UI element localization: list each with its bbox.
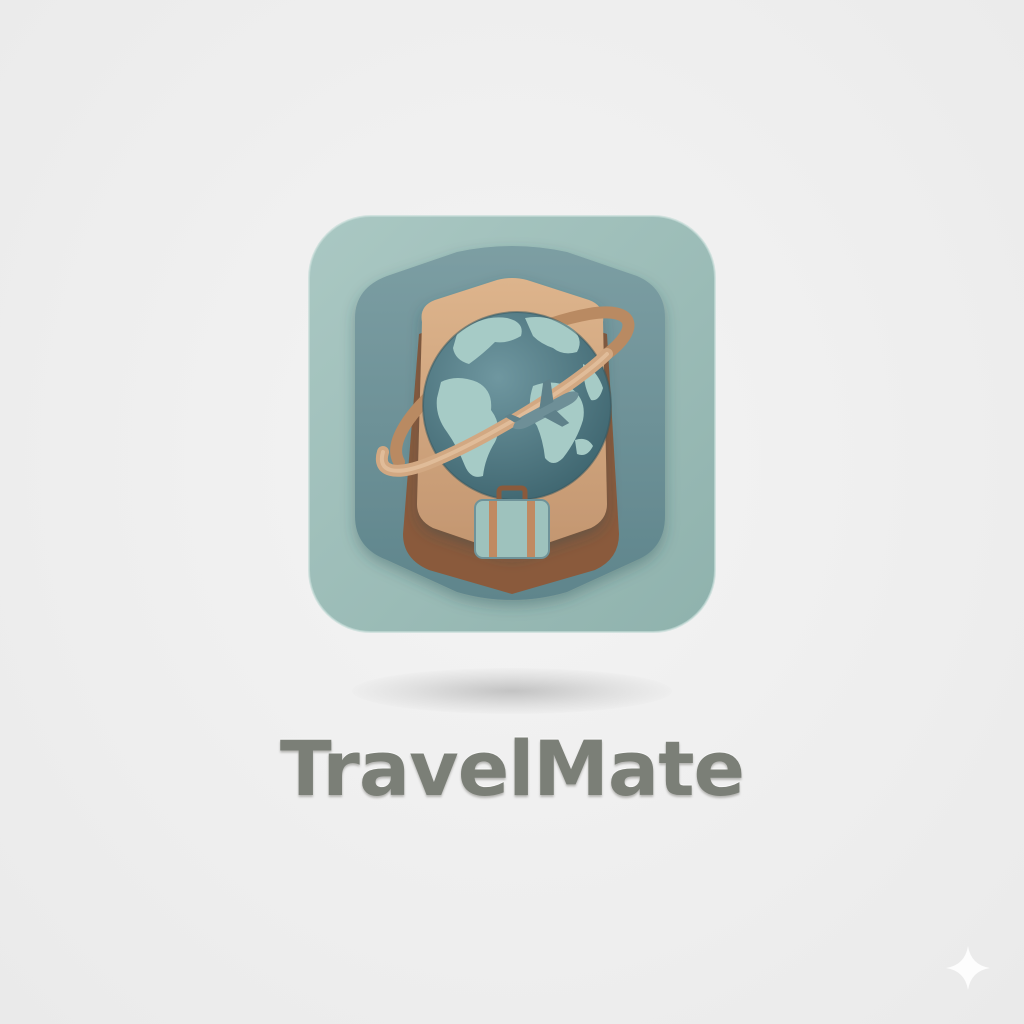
app-name: TravelMate <box>279 724 745 813</box>
logo-canvas: TravelMate <box>0 0 1024 1024</box>
sparkle-icon <box>944 944 992 992</box>
icon-shadow <box>352 668 672 714</box>
globe-icon <box>422 311 612 501</box>
app-icon <box>307 214 717 634</box>
